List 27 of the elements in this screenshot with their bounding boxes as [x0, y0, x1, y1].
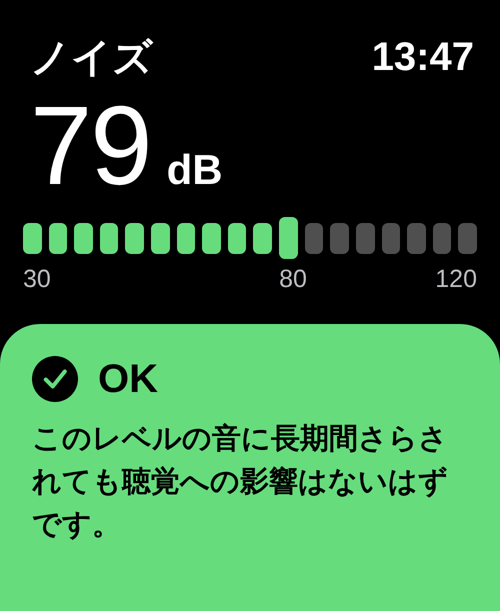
meter-segment	[253, 222, 272, 254]
status-title: OK	[98, 356, 158, 402]
meter-segment	[23, 222, 42, 254]
meter-segment	[356, 222, 375, 254]
meter-segment	[407, 222, 426, 254]
scale-label: 120	[435, 265, 477, 294]
scale-label: 80	[279, 265, 307, 294]
app-title: ノイズ	[30, 35, 153, 82]
meter-segment	[458, 222, 477, 254]
meter-segment	[330, 222, 349, 254]
meter-segment	[432, 222, 452, 254]
checkmark-icon	[32, 356, 78, 402]
meter-segment	[382, 222, 400, 254]
meter-segment	[125, 222, 144, 254]
meter-segment	[48, 222, 68, 254]
meter-segment	[151, 222, 170, 254]
meter-segment	[304, 222, 324, 254]
meter-segment	[74, 222, 93, 254]
decibel-unit: dB	[166, 146, 223, 194]
decibel-value: 79	[30, 87, 151, 205]
scale-label: 30	[23, 265, 51, 294]
meter-segment	[202, 222, 221, 254]
clock-time: 13:47	[372, 35, 474, 80]
status-message: このレベルの音に長期間さらされても聴覚への影響はないはずです。	[32, 422, 449, 543]
meter-segment	[228, 222, 246, 254]
meter-segment	[100, 222, 118, 254]
meter-segment	[176, 222, 196, 254]
